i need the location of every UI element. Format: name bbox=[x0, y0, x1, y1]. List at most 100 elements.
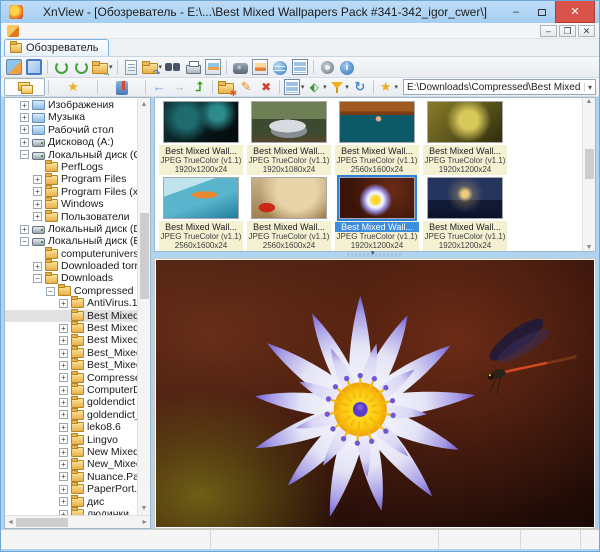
slideshow-button[interactable] bbox=[203, 58, 223, 76]
tree-expander-icon[interactable]: + bbox=[59, 324, 68, 333]
maximize-button[interactable] bbox=[529, 1, 555, 23]
search-button[interactable] bbox=[163, 58, 183, 76]
tree-item[interactable]: + AntiVirus.1.2 bbox=[5, 297, 137, 309]
tree-item[interactable]: + Downloaded torrents bbox=[5, 260, 137, 272]
dropdown-arrow-icon[interactable]: ▾ bbox=[395, 83, 399, 91]
back-button[interactable]: ← bbox=[149, 78, 169, 96]
tree-expander-icon[interactable]: + bbox=[59, 410, 68, 419]
tree-expander-icon[interactable]: + bbox=[20, 138, 29, 147]
thumbnail-item[interactable]: Best Mixed Wall... JPEG TrueColor (v1.1)… bbox=[158, 177, 244, 251]
tree-expander-icon[interactable]: + bbox=[59, 472, 68, 481]
thumbnail-item[interactable]: Best Mixed Wall... JPEG TrueColor (v1.1)… bbox=[334, 177, 420, 251]
address-dropdown-icon[interactable]: ▾ bbox=[584, 83, 595, 92]
mdi-close-button[interactable]: ✕ bbox=[578, 25, 595, 37]
tree-item[interactable]: + Program Files bbox=[5, 173, 137, 185]
tree-item[interactable]: + людинки bbox=[5, 508, 137, 515]
contact-sheet-button[interactable] bbox=[290, 58, 310, 76]
tree-item[interactable]: + PaperPort.P bbox=[5, 483, 137, 495]
thumbnail-image[interactable] bbox=[251, 177, 327, 219]
tree-expander-icon[interactable]: + bbox=[59, 386, 68, 395]
thumbnail-item[interactable]: Best Mixed Wall... JPEG TrueColor (v1.1)… bbox=[246, 177, 332, 251]
properties-button[interactable] bbox=[121, 58, 141, 76]
tree-expander-icon[interactable]: + bbox=[20, 225, 29, 234]
tree-expander-icon[interactable]: + bbox=[59, 299, 68, 308]
tree-item[interactable]: − Compressed bbox=[5, 285, 137, 297]
dropdown-arrow-icon[interactable]: ▾ bbox=[301, 83, 305, 91]
thumbnail-item[interactable]: Best Mixed Wall... JPEG TrueColor (v1.1)… bbox=[422, 101, 508, 175]
thumbnail-item[interactable]: Best Mixed Wall... JPEG TrueColor (v1.1)… bbox=[422, 177, 508, 251]
mdi-restore-button[interactable]: ❐ bbox=[559, 25, 576, 37]
address-input[interactable] bbox=[404, 80, 584, 94]
tree-item[interactable]: + Windows bbox=[5, 198, 137, 210]
up-button[interactable]: ⮥ bbox=[189, 78, 209, 96]
tree-expander-icon[interactable]: + bbox=[20, 125, 29, 134]
tree-item[interactable]: − Локальный диск (C:) bbox=[5, 149, 137, 161]
favorites-button[interactable]: ★▾ bbox=[377, 78, 399, 96]
forward-button[interactable]: → bbox=[169, 78, 189, 96]
tree-item[interactable]: + Музыка bbox=[5, 111, 137, 123]
thumbnail-image[interactable] bbox=[427, 177, 503, 219]
tree-item[interactable]: + New_Mixed bbox=[5, 458, 137, 470]
tree-item[interactable]: − Локальный диск (E:) bbox=[5, 235, 137, 247]
scroll-down-icon[interactable]: ▼ bbox=[141, 502, 148, 515]
thumbnail-item[interactable]: Best Mixed Wall... JPEG TrueColor (v1.1)… bbox=[246, 101, 332, 175]
tree-item[interactable]: Best Mixed W bbox=[5, 310, 137, 322]
tree-expander-icon[interactable]: + bbox=[59, 435, 68, 444]
tree-expander-icon[interactable]: + bbox=[33, 200, 42, 209]
thumbnail-item[interactable]: Best Mixed Wall... JPEG TrueColor (v1.1)… bbox=[158, 101, 244, 175]
tree-expander-icon[interactable]: + bbox=[59, 336, 68, 345]
tab-browser[interactable]: Обозреватель bbox=[4, 39, 109, 56]
tree-item[interactable]: + New Mixed bbox=[5, 446, 137, 458]
tree-expander-icon[interactable]: + bbox=[33, 212, 42, 221]
new-folder-button[interactable]: ✱ bbox=[216, 78, 236, 96]
tree-item[interactable]: + Lingvo bbox=[5, 434, 137, 446]
title-bar[interactable]: XnView - [Обозреватель - E:\...\Best Mix… bbox=[1, 1, 599, 23]
dropdown-arrow-icon[interactable]: ▾ bbox=[345, 83, 349, 91]
scroll-right-icon[interactable]: ► bbox=[141, 519, 148, 526]
scroll-down-icon[interactable]: ▼ bbox=[586, 244, 593, 251]
thumbnail-image[interactable] bbox=[427, 101, 503, 143]
close-button[interactable]: ✕ bbox=[555, 1, 595, 23]
tree-expander-icon[interactable]: + bbox=[20, 113, 29, 122]
splitter-grip-icon[interactable] bbox=[347, 253, 403, 257]
scroll-thumb[interactable] bbox=[585, 149, 594, 179]
convert-button[interactable]: →▾ bbox=[91, 58, 114, 76]
thumbnail-image[interactable] bbox=[339, 101, 415, 143]
tree-item[interactable]: PerfLogs bbox=[5, 161, 137, 173]
tree-expander-icon[interactable]: + bbox=[59, 423, 68, 432]
categories-pane-button[interactable] bbox=[101, 78, 142, 96]
fullscreen-button[interactable] bbox=[24, 58, 44, 76]
tree-item[interactable]: + Локальный диск (D:) bbox=[5, 223, 137, 235]
tree-item[interactable]: + goldendict bbox=[5, 396, 137, 408]
sort-button[interactable]: ⬖▾ bbox=[305, 78, 327, 96]
tree-item[interactable]: + Рабочий стол bbox=[5, 124, 137, 136]
tree-item[interactable]: + Дисковод (A:) bbox=[5, 136, 137, 148]
tree-vertical-scrollbar[interactable]: ▲ ▼ bbox=[137, 98, 150, 515]
tree-item[interactable]: + Nuance.Pap bbox=[5, 471, 137, 483]
minimize-button[interactable]: – bbox=[503, 1, 529, 23]
copy-to-button[interactable]: ↷▾ bbox=[141, 58, 164, 76]
tree-item[interactable]: + Compressed bbox=[5, 372, 137, 384]
print-button[interactable] bbox=[183, 58, 203, 76]
tree-expander-icon[interactable]: + bbox=[59, 497, 68, 506]
tree-expander-icon[interactable]: + bbox=[59, 349, 68, 358]
tree-item[interactable]: + ComputerD bbox=[5, 384, 137, 396]
tree-item[interactable]: − Downloads bbox=[5, 272, 137, 284]
thumbnail-item[interactable]: Best Mixed Wall... JPEG TrueColor (v1.1)… bbox=[334, 101, 420, 175]
capture-button[interactable] bbox=[230, 58, 250, 76]
view-mode-button[interactable]: ▾ bbox=[283, 78, 305, 96]
tree-item[interactable]: + goldendict_ bbox=[5, 409, 137, 421]
tree-expander-icon[interactable]: + bbox=[59, 485, 68, 494]
tree-item[interactable]: + Program Files (x86) bbox=[5, 186, 137, 198]
tree-expander-icon[interactable]: − bbox=[33, 274, 42, 283]
tree-expander-icon[interactable]: − bbox=[20, 150, 29, 159]
favorites-pane-button[interactable]: ★ bbox=[52, 78, 93, 96]
tree-item[interactable]: computeruniverse. bbox=[5, 248, 137, 260]
dropdown-arrow-icon[interactable]: ▾ bbox=[323, 83, 327, 91]
rotate-left-button[interactable] bbox=[51, 58, 71, 76]
scroll-up-icon[interactable]: ▲ bbox=[141, 98, 148, 111]
tree-expander-icon[interactable]: + bbox=[33, 187, 42, 196]
filter-button[interactable]: ▾ bbox=[328, 78, 350, 96]
settings-button[interactable] bbox=[317, 58, 337, 76]
tree-item[interactable]: + leko8.6 bbox=[5, 421, 137, 433]
